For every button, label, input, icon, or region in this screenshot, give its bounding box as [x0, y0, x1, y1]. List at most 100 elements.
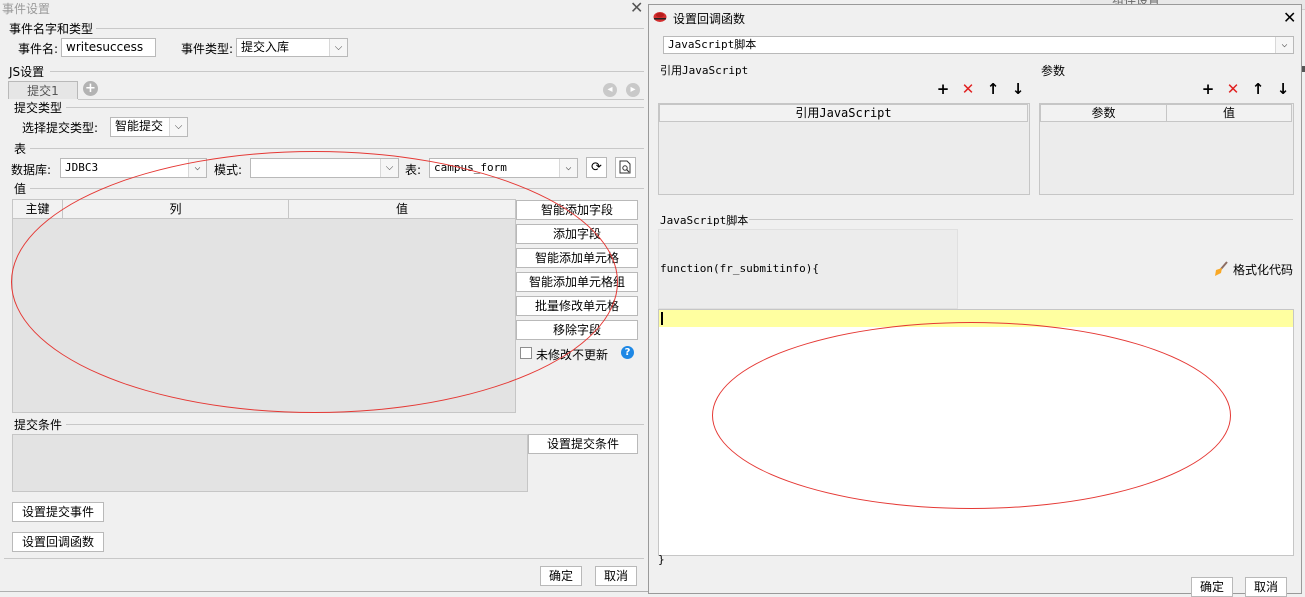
- param-move-up-icon[interactable]: ↑: [1250, 81, 1266, 97]
- table-section-label: 表: [14, 142, 27, 156]
- cancel-button[interactable]: 取消: [1245, 577, 1287, 597]
- no-update-checkbox[interactable]: [520, 347, 532, 359]
- divider: [66, 424, 644, 425]
- divider: [4, 558, 644, 559]
- column-header-key[interactable]: 主键: [13, 200, 63, 218]
- event-settings-dialog: 事件设置 ✕ 事件名字和类型 事件名: writesuccess 事件类型: 提…: [0, 0, 648, 594]
- help-icon[interactable]: ?: [621, 346, 634, 359]
- function-header-area: function(fr_submitinfo){: [658, 229, 958, 309]
- close-icon[interactable]: ✕: [1283, 10, 1296, 26]
- submit-type-section-label: 提交类型: [14, 101, 63, 115]
- set-submit-event-button[interactable]: 设置提交事件: [12, 502, 104, 522]
- divider: [30, 148, 644, 149]
- event-type-select[interactable]: 提交入库 ⌵: [236, 38, 348, 57]
- dialog-title: 事件设置: [2, 2, 51, 16]
- ref-js-move-down-icon[interactable]: ↓: [1010, 81, 1026, 97]
- text-cursor: [661, 312, 663, 325]
- event-name-label: 事件名:: [18, 42, 59, 56]
- chevron-down-icon: ⌵: [380, 159, 398, 177]
- params-table-header: 参数 值: [1040, 104, 1292, 122]
- mode-label: 模式:: [214, 163, 243, 177]
- js-settings-label: JS设置: [9, 65, 45, 79]
- submit-type-select[interactable]: 智能提交 ⌵: [110, 117, 188, 137]
- smart-add-field-button[interactable]: 智能添加字段: [516, 200, 638, 220]
- smart-add-cell-button[interactable]: 智能添加单元格: [516, 248, 638, 268]
- chevron-down-icon: ⌵: [188, 159, 206, 177]
- table-label: 表:: [405, 163, 422, 177]
- function-header-text: function(fr_submitinfo){: [660, 262, 819, 275]
- divider: [96, 28, 644, 29]
- dialog-bottom-edge: [0, 591, 648, 592]
- chevron-down-icon: ⌵: [329, 39, 347, 56]
- ref-js-table-header: 引用JavaScript: [659, 104, 1028, 122]
- fields-table[interactable]: 主键 列 值: [12, 199, 516, 413]
- chevron-down-icon: ⌵: [169, 118, 187, 136]
- js-script-section-label: JavaScript脚本: [660, 214, 749, 227]
- column-header-column[interactable]: 列: [63, 200, 289, 218]
- ref-js-section-label: 引用JavaScript: [660, 64, 749, 77]
- param-delete-icon[interactable]: ✕: [1225, 81, 1241, 97]
- ref-js-move-up-icon[interactable]: ↑: [985, 81, 1001, 97]
- mode-select[interactable]: ⌵: [250, 158, 399, 178]
- column-header-ref-js[interactable]: 引用JavaScript: [660, 105, 1027, 121]
- database-label: 数据库:: [11, 163, 52, 177]
- chevron-down-icon: ⌵: [559, 159, 577, 177]
- ref-js-add-icon[interactable]: +: [935, 81, 951, 97]
- tab-baseline: [78, 99, 644, 100]
- param-add-icon[interactable]: +: [1200, 81, 1216, 97]
- no-update-label: 未修改不更新: [536, 348, 609, 362]
- table-select[interactable]: campus_form ⌵: [429, 158, 578, 178]
- smart-add-cell-group-button[interactable]: 智能添加单元格组: [516, 272, 638, 292]
- add-field-button[interactable]: 添加字段: [516, 224, 638, 244]
- cancel-button[interactable]: 取消: [595, 566, 637, 586]
- database-select[interactable]: JDBC3 ⌵: [60, 158, 207, 178]
- set-submit-condition-button[interactable]: 设置提交条件: [528, 434, 638, 454]
- chevron-down-icon: ⌵: [1275, 37, 1293, 53]
- ok-button[interactable]: 确定: [540, 566, 582, 586]
- ref-js-table[interactable]: 引用JavaScript: [658, 103, 1030, 195]
- choose-submit-type-label: 选择提交类型:: [22, 121, 99, 135]
- event-type-label: 事件类型:: [181, 42, 234, 56]
- code-editor[interactable]: [658, 309, 1294, 556]
- close-icon[interactable]: ✕: [630, 0, 643, 16]
- script-type-value: JavaScript脚本: [668, 38, 757, 51]
- function-footer-text: }: [658, 553, 665, 566]
- preview-table-icon[interactable]: [615, 157, 636, 178]
- ok-button[interactable]: 确定: [1191, 577, 1233, 597]
- column-header-param-value[interactable]: 值: [1167, 105, 1291, 121]
- params-section-label: 参数: [1041, 64, 1066, 78]
- divider: [66, 107, 644, 108]
- refresh-icon[interactable]: ⟳: [586, 157, 607, 178]
- script-type-select[interactable]: JavaScript脚本 ⌵: [663, 36, 1294, 54]
- section-name-type-label: 事件名字和类型: [9, 22, 94, 36]
- param-move-down-icon[interactable]: ↓: [1275, 81, 1291, 97]
- divider: [30, 188, 644, 189]
- broom-icon: [1213, 261, 1229, 277]
- submit-condition-area: [12, 434, 528, 492]
- database-value: JDBC3: [65, 161, 99, 174]
- ref-js-delete-icon[interactable]: ✕: [960, 81, 976, 97]
- tab-scroll-right-icon[interactable]: ▸: [626, 83, 640, 97]
- value-section-label: 值: [14, 182, 27, 196]
- dialog-title: 设置回调函数: [673, 12, 746, 26]
- remove-field-button[interactable]: 移除字段: [516, 320, 638, 340]
- divider: [50, 71, 644, 72]
- params-table[interactable]: 参数 值: [1039, 103, 1294, 195]
- fields-table-header: 主键 列 值: [12, 199, 516, 219]
- set-callback-button[interactable]: 设置回调函数: [12, 532, 104, 552]
- event-name-input[interactable]: writesuccess: [61, 38, 156, 57]
- code-editor-active-line: [659, 310, 1293, 327]
- tab-scroll-left-icon[interactable]: ◂: [603, 83, 617, 97]
- format-code-button[interactable]: 格式化代码: [1233, 261, 1293, 278]
- callback-dialog: 设置回调函数 ✕ JavaScript脚本 ⌵ 引用JavaScript + ✕…: [648, 4, 1302, 597]
- column-header-value[interactable]: 值: [289, 200, 515, 218]
- tab-submit-1[interactable]: 提交1: [8, 81, 78, 99]
- add-tab-icon[interactable]: +: [83, 81, 98, 96]
- batch-edit-cells-button[interactable]: 批量修改单元格: [516, 296, 638, 316]
- submit-condition-section-label: 提交条件: [14, 418, 63, 432]
- table-value: campus_form: [434, 161, 507, 174]
- event-type-value: 提交入库: [241, 40, 290, 54]
- app-logo-icon: [653, 11, 667, 23]
- column-header-param[interactable]: 参数: [1041, 105, 1167, 121]
- submit-type-value: 智能提交: [115, 119, 164, 133]
